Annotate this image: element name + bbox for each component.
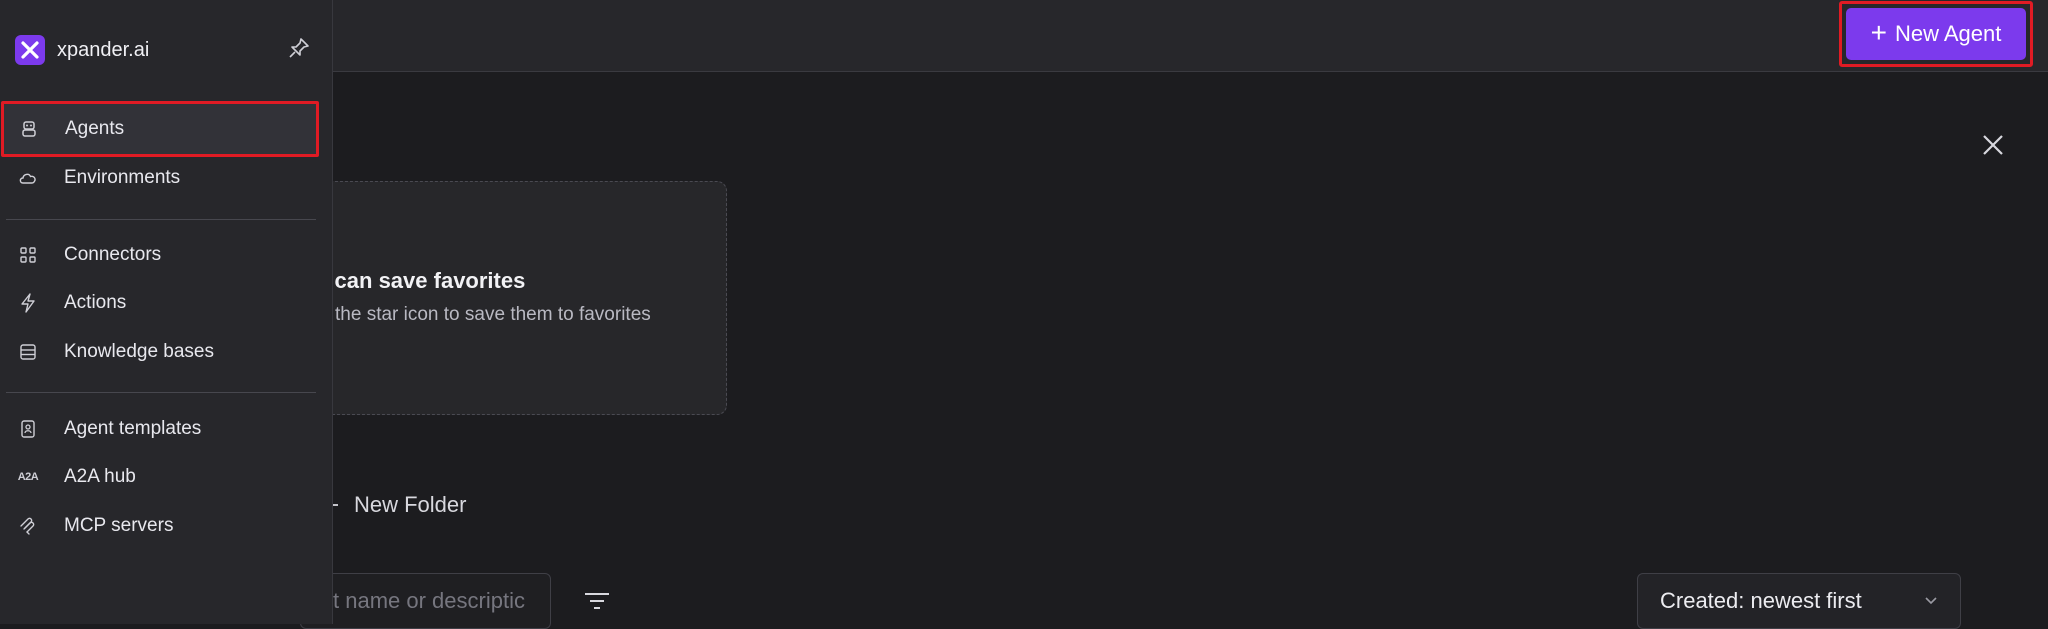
pin-icon[interactable] [287,36,311,60]
sidebar-item-label: Agents [65,118,125,139]
new-agent-highlight: + New Agent [1839,1,2033,67]
sidebar-divider [6,219,316,220]
favorites-title: u can save favorites [315,268,526,293]
sidebar-item-label: A2A hub [64,466,136,487]
sidebar-item-agent-templates[interactable]: Agent templates [6,406,316,452]
filter-icon[interactable] [583,589,611,613]
sidebar-item-actions[interactable]: Actions [6,280,316,326]
sidebar: xpander.ai Agents Environments Connector… [0,0,333,624]
new-folder-button[interactable]: New Folder [326,492,466,518]
sidebar-item-environments[interactable]: Environments [6,155,316,201]
template-icon [16,417,40,441]
bolt-icon [16,291,40,315]
sidebar-divider [6,392,316,393]
robot-icon [17,117,41,141]
sort-value: Created: newest first [1660,588,1862,613]
search-field[interactable] [300,573,551,629]
cloud-icon [16,166,40,190]
sidebar-item-label: MCP servers [64,515,174,536]
new-agent-label: New Agent [1894,21,2002,46]
sidebar-item-mcp-servers[interactable]: MCP servers [6,503,316,549]
a2a-icon: A2A [16,465,40,489]
chevron-down-icon [1925,597,1937,605]
a2a-icon-text: A2A [17,471,39,483]
brand[interactable]: xpander.ai [15,35,149,65]
sidebar-item-label: Knowledge bases [64,341,214,362]
favorites-subtitle: the star icon to save them to favorites [335,304,651,325]
search-input[interactable] [301,574,550,628]
close-icon[interactable] [1976,128,2010,162]
sidebar-item-connectors[interactable]: Connectors [6,232,316,278]
sidebar-item-label: Actions [64,292,127,313]
sidebar-item-knowledge-bases[interactable]: Knowledge bases [6,329,316,375]
sidebar-item-a2a-hub[interactable]: A2A A2A hub [6,454,316,500]
mcp-icon [16,514,40,538]
sidebar-item-label: Connectors [64,244,162,265]
plus-icon: + [1870,17,1887,48]
new-agent-button[interactable]: + New Agent [1846,8,2026,60]
sidebar-item-agents[interactable]: Agents [1,101,319,157]
xpander-logo-icon [15,35,45,65]
brand-name: xpander.ai [57,38,150,61]
sort-dropdown[interactable]: Created: newest first [1637,573,1961,629]
favorites-empty-card [300,181,727,415]
database-icon [16,340,40,364]
new-folder-label: New Folder [354,492,467,517]
grid-icon [16,243,40,267]
sidebar-item-label: Environments [64,167,181,188]
sidebar-item-label: Agent templates [64,418,202,439]
